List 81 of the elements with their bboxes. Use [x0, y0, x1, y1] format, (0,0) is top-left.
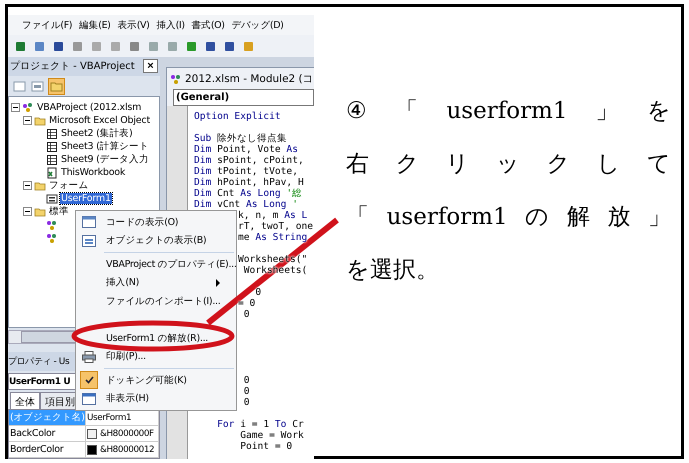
property-value: UserForm1 — [87, 412, 132, 423]
collapse-toggle[interactable] — [23, 181, 32, 190]
view-object-icon[interactable] — [30, 78, 45, 94]
object-dropdown[interactable]: (General) — [173, 89, 314, 106]
printer-icon — [82, 350, 96, 363]
panel-title: プロジェクト - VBAProject — [10, 60, 135, 74]
tree-item[interactable]: ThisWorkbook — [60, 167, 126, 178]
menu-item[interactable]: オブジェクトの表示(B) — [100, 234, 206, 248]
tree-item[interactable]: Sheet2 (集計表) — [60, 127, 134, 140]
tree-item[interactable]: UserForm1 — [60, 193, 112, 204]
code-line: Point = 0 — [239, 441, 292, 452]
menu-bar-item[interactable]: 編集(E) — [79, 18, 110, 32]
workbook-icon — [46, 166, 58, 179]
tree-item[interactable]: Microsoft Excel Object — [48, 115, 151, 126]
code-line: Dim Point, Vote As — [194, 144, 298, 155]
menu-item[interactable]: コードの表示(O) — [100, 216, 178, 229]
collapse-toggle[interactable] — [23, 116, 32, 126]
code-line: Dim sPoint, cPoint, — [194, 155, 304, 166]
menu-bar-item[interactable]: デバッグ(D) — [232, 18, 284, 32]
module-icon — [46, 218, 58, 231]
tree-item[interactable]: Sheet9 (データ入力 — [60, 153, 150, 166]
code-line: 0 — [242, 375, 250, 386]
code-line: Game = Work — [239, 430, 304, 441]
code-line: Dim hPoint, hPav, H — [194, 177, 304, 188]
code-line: 0 — [242, 309, 250, 320]
menu-bar-item[interactable]: 書式(O) — [192, 18, 225, 32]
menu-bar-item[interactable]: 挿入(I) — [156, 18, 185, 32]
module-icon — [46, 232, 58, 244]
folder-icon[interactable] — [48, 78, 65, 95]
menu-item[interactable]: ドッキング可能(K) — [100, 374, 187, 387]
sheet-icon — [46, 140, 58, 153]
property-value: &H80000012 — [100, 444, 154, 455]
code-line: For i = 1 To Cr — [216, 419, 304, 430]
menu-bar-item[interactable]: ファイル(F) — [22, 18, 72, 32]
menu-bar-item[interactable]: 表示(V) — [118, 18, 150, 32]
instruction-text: 右クリックして — [346, 150, 671, 179]
tree-item[interactable]: 標準 — [48, 205, 70, 218]
form-window-icon — [82, 234, 96, 247]
sheet-icon — [46, 128, 58, 140]
code-line: = 0 — [238, 298, 256, 309]
tree-item[interactable]: VBAProject (2012.xlsm — [36, 102, 142, 114]
folder-icon — [34, 206, 46, 218]
property-name[interactable]: BorderColor — [9, 442, 86, 458]
tree-item[interactable]: Sheet3 (計算シート — [60, 140, 150, 154]
menu-item[interactable]: ファイルのインポート(I)... — [100, 294, 220, 308]
menu-item[interactable]: UserForm1 の解放(R)... — [100, 332, 208, 345]
folder-icon — [34, 114, 46, 127]
sheet-icon — [46, 154, 58, 166]
property-name[interactable]: BackColor — [9, 426, 86, 442]
instruction-text: 「userform1の解放」 — [346, 203, 671, 232]
menu-item[interactable]: 非表示(H) — [100, 392, 149, 406]
code-line: rT, twoT, one — [238, 221, 314, 232]
view-code-icon[interactable] — [12, 78, 27, 94]
instruction-text: ④「userform1」を — [346, 97, 671, 126]
code-line: me As String — [238, 232, 308, 243]
collapse-toggle[interactable] — [11, 103, 20, 112]
menu-item[interactable]: 印刷(P)... — [100, 350, 146, 364]
code-line: Dim vCnt As Long ' — [194, 199, 298, 210]
code-line: 0 — [242, 397, 250, 408]
project-icon — [22, 102, 34, 114]
instruction-text: を選択。 — [346, 256, 440, 285]
window-title: 2012.xlsm - Module2 (コ — [185, 72, 314, 86]
window-icon — [82, 392, 96, 405]
code-line: Option Explicit — [194, 111, 281, 122]
code-line: Dim Cnt As Long '総 — [194, 188, 302, 199]
module-icon — [170, 72, 182, 84]
collapse-toggle[interactable] — [23, 207, 32, 216]
code-window-icon — [82, 216, 96, 228]
code-line: Dim tPoint, tVote, — [194, 166, 298, 177]
submenu-arrow-icon — [216, 278, 220, 287]
tree-item[interactable]: フォーム — [48, 179, 90, 192]
code-line: Sub 除外なし得点集 — [194, 133, 288, 144]
property-value: &H8000000F — [100, 428, 154, 439]
tab[interactable]: 全体 — [10, 392, 40, 410]
menu-item[interactable]: 挿入(N) — [100, 276, 140, 290]
close-button[interactable]: × — [143, 59, 158, 74]
code-line: 0 — [255, 287, 262, 298]
folder-icon — [34, 180, 46, 192]
code-line: k, n, m As L — [238, 210, 308, 221]
menu-item[interactable]: VBAProject のプロパティ(E)... — [100, 258, 237, 271]
code-line: 0 — [242, 386, 250, 397]
